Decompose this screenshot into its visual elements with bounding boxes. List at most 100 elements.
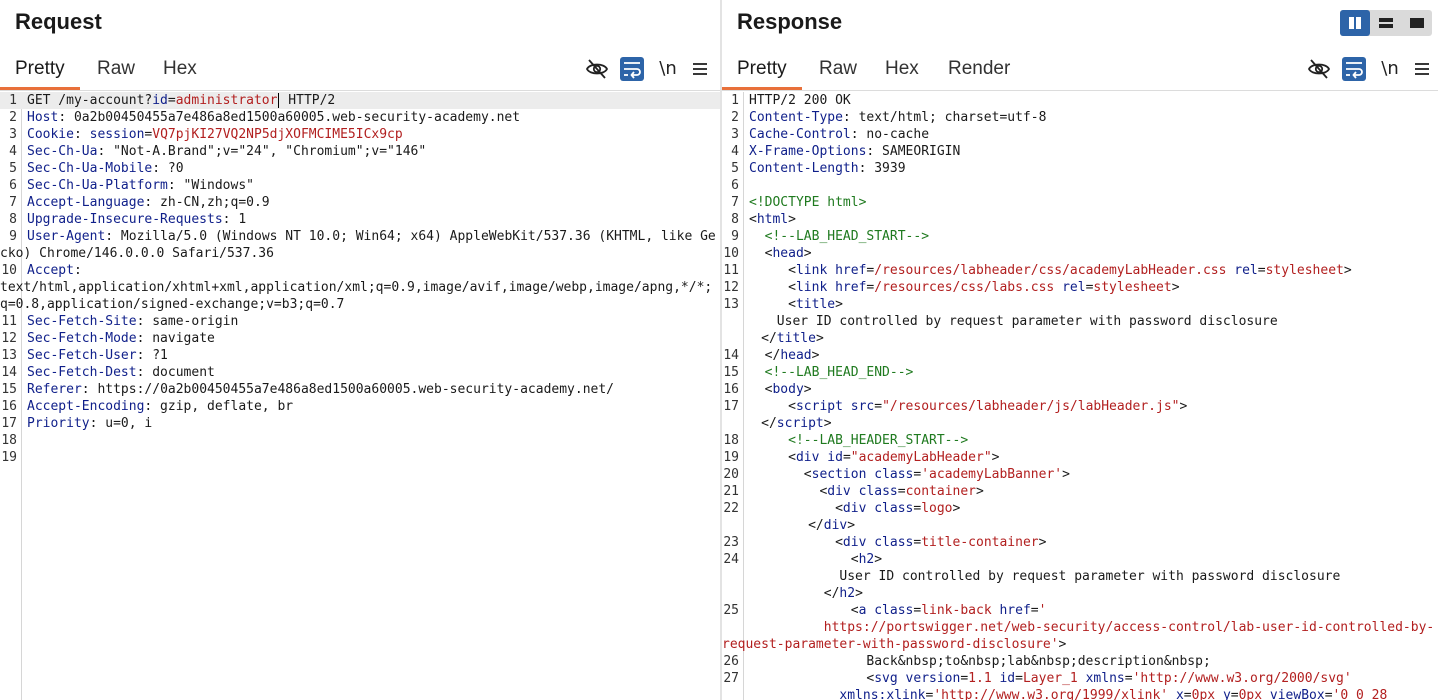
code-token: Content-Type xyxy=(749,110,843,125)
code-text: <!--LAB_HEADER_START--> xyxy=(749,433,968,448)
code-token: class xyxy=(874,501,914,516)
hide-eye-icon[interactable] xyxy=(585,57,609,81)
code-line[interactable]: 3 Cookie: session=VQ7pjKI27VQ2NP5djXOFMCI… xyxy=(0,126,720,143)
response-tab-pretty[interactable]: Pretty xyxy=(722,56,802,90)
code-line[interactable]: 10 <head> xyxy=(722,245,1438,262)
word-wrap-icon[interactable] xyxy=(1342,57,1366,81)
newline-toggle-icon[interactable]: \n xyxy=(656,57,680,81)
code-line[interactable]: 22 <div class=logo> </div> xyxy=(722,500,1438,534)
code-line[interactable]: 26 Back&nbsp;to&nbsp;lab&nbsp;descriptio… xyxy=(722,653,1438,670)
code-line[interactable]: 13 <title> User ID controlled by request… xyxy=(722,296,1438,347)
code-line[interactable]: 14 Sec-Fetch-Dest: document xyxy=(0,364,720,381)
response-tab-hex[interactable]: Hex xyxy=(885,56,919,90)
code-line[interactable]: 14 </head> xyxy=(722,347,1438,364)
request-editor[interactable]: 1 GET /my-account?id=administrator HTTP/2… xyxy=(0,92,720,700)
single-pane-layout-button[interactable] xyxy=(1402,10,1432,36)
code-line[interactable]: 11 <link href = /resources/labheader/css/a… xyxy=(722,262,1438,279)
response-pane: Response Pretty Raw Hex Render \n 1 HTTP/… xyxy=(722,0,1438,700)
code-token: Sec-Fetch-Dest xyxy=(27,365,137,380)
code-line[interactable]: 7 Accept-Language: zh-CN,zh;q=0.9 xyxy=(0,194,720,211)
code-line[interactable]: 25 <a class=link-back href=' https://por… xyxy=(722,602,1438,653)
code-line[interactable]: 8 <html> xyxy=(722,211,1438,228)
code-line[interactable]: 27 <svg version=1.1 id=Layer_1 xmlns='ht… xyxy=(722,670,1438,700)
line-number: 20 xyxy=(723,467,739,482)
code-token: : u=0, i xyxy=(89,416,153,431)
code-line[interactable]: 5 Sec-Ch-Ua-Mobile: ?0 xyxy=(0,160,720,177)
code-token: Sec-Fetch-User xyxy=(27,348,137,363)
code-line[interactable]: 16 Accept-Encoding: gzip, deflate, br xyxy=(0,398,720,415)
code-line[interactable]: 18 <!--LAB_HEADER_START--> xyxy=(722,432,1438,449)
code-line[interactable]: 13 Sec-Fetch-User: ?1 xyxy=(0,347,720,364)
code-line[interactable]: 1 HTTP/2 200 OK xyxy=(722,92,1438,109)
split-vertical-layout-button[interactable] xyxy=(1371,10,1401,36)
code-token: > xyxy=(991,450,1000,465)
code-token: div xyxy=(823,518,848,533)
code-line[interactable]: 5 Content-Length: 3939 xyxy=(722,160,1438,177)
code-line[interactable]: 17 <script src="/resources/labheader/js/… xyxy=(722,398,1438,432)
code-line[interactable]: 21 <div class=container> xyxy=(722,483,1438,500)
code-token: x xyxy=(1175,688,1184,700)
code-line[interactable]: 2 Content-Type: text/html; charset=utf-8 xyxy=(722,109,1438,126)
code-token: xmlns xyxy=(1085,671,1125,686)
code-line[interactable]: 10 Accept: text/html,application/xhtml+xm… xyxy=(0,262,720,313)
code-line[interactable]: 19 <div id="academyLabHeader"> xyxy=(722,449,1438,466)
menu-icon[interactable] xyxy=(688,57,712,81)
hide-eye-icon[interactable] xyxy=(1307,57,1331,81)
code-line[interactable]: 6 Sec-Ch-Ua-Platform: "Windows" xyxy=(0,177,720,194)
code-line[interactable]: 9 User-Agent: Mozilla/5.0 (Windows NT 10.… xyxy=(0,228,720,262)
code-text: User-Agent: Mozilla/5.0 (Windows NT 10.0… xyxy=(0,229,716,261)
code-token: <!--LAB_HEADER_START--> xyxy=(788,433,969,448)
code-text: Sec-Fetch-Dest: document xyxy=(27,365,215,380)
code-token: div xyxy=(842,501,867,516)
code-token: < xyxy=(749,501,843,516)
code-token: Accept-Language xyxy=(27,195,145,210)
code-text: Sec-Ch-Ua-Mobile: ?0 xyxy=(27,161,184,176)
code-text: <link href=/resources/css/labs.css rel=s… xyxy=(749,280,1179,295)
code-line[interactable]: 3 Cache-Control: no-cache xyxy=(722,126,1438,143)
response-editor[interactable]: 1 HTTP/2 200 OK 2 Content-Type: text/html; … xyxy=(722,92,1438,700)
code-token: : "Not-A.Brand";v="24", "Chromium";v="14… xyxy=(97,144,427,159)
code-line[interactable]: 4 Sec-Ch-Ua: "Not-A.Brand";v="24", "Chrom… xyxy=(0,143,720,160)
line-number: 5 xyxy=(731,161,739,176)
request-tab-pretty[interactable]: Pretty xyxy=(0,56,80,90)
code-line[interactable]: 12 Sec-Fetch-Mode: navigate xyxy=(0,330,720,347)
code-line[interactable]: 15 <!--LAB_HEAD_END--> xyxy=(722,364,1438,381)
code-line[interactable]: 20 <section class='academyLabBanner'> xyxy=(722,466,1438,483)
code-line[interactable]: 4 X-Frame-Options: SAMEORIGIN xyxy=(722,143,1438,160)
code-line[interactable]: 15 Referer: https://0a2b00450455a7e486a8e… xyxy=(0,381,720,398)
code-token: > xyxy=(803,246,812,261)
request-tab-hex[interactable]: Hex xyxy=(163,56,197,90)
code-token: = xyxy=(1030,603,1039,618)
code-token: : document xyxy=(136,365,215,380)
code-token: HTTP/2 200 OK xyxy=(749,93,851,108)
split-horizontal-layout-button[interactable] xyxy=(1340,10,1370,36)
code-token: div xyxy=(795,450,820,465)
code-line[interactable]: 16 <body> xyxy=(722,381,1438,398)
code-line[interactable]: 24 <h2> User ID controlled by request pa… xyxy=(722,551,1438,602)
code-line[interactable]: 19 xyxy=(0,449,720,466)
code-line[interactable]: 6 xyxy=(722,177,1438,194)
response-tab-raw[interactable]: Raw xyxy=(819,56,857,90)
response-tab-render[interactable]: Render xyxy=(948,56,1010,90)
code-token: : zh-CN,zh;q=0.9 xyxy=(144,195,270,210)
code-line[interactable]: 2 Host: 0a2b00450455a7e486a8ed1500a60005.… xyxy=(0,109,720,126)
word-wrap-icon[interactable] xyxy=(620,57,644,81)
code-line[interactable]: 17 Priority: u=0, i xyxy=(0,415,720,432)
menu-icon[interactable] xyxy=(1410,57,1434,81)
code-line[interactable]: 23 <div class=title-container> xyxy=(722,534,1438,551)
code-token: : 1 xyxy=(222,212,247,227)
code-line[interactable]: 1 GET /my-account?id=administrator HTTP/2 xyxy=(0,92,720,109)
code-line[interactable]: 11 Sec-Fetch-Site: same-origin xyxy=(0,313,720,330)
code-token: : navigate xyxy=(136,331,215,346)
code-line[interactable]: 9 <!--LAB_HEAD_START--> xyxy=(722,228,1438,245)
newline-toggle-icon[interactable]: \n xyxy=(1378,57,1402,81)
code-line[interactable]: 12 <link href=/resources/css/labs.css re… xyxy=(722,279,1438,296)
request-tab-raw[interactable]: Raw xyxy=(97,56,135,90)
code-line[interactable]: 18 xyxy=(0,432,720,449)
code-line[interactable]: 8 Upgrade-Insecure-Requests: 1 xyxy=(0,211,720,228)
code-line[interactable]: 7 <!DOCTYPE html> xyxy=(722,194,1438,211)
code-token: X-Frame-Options xyxy=(749,144,867,159)
